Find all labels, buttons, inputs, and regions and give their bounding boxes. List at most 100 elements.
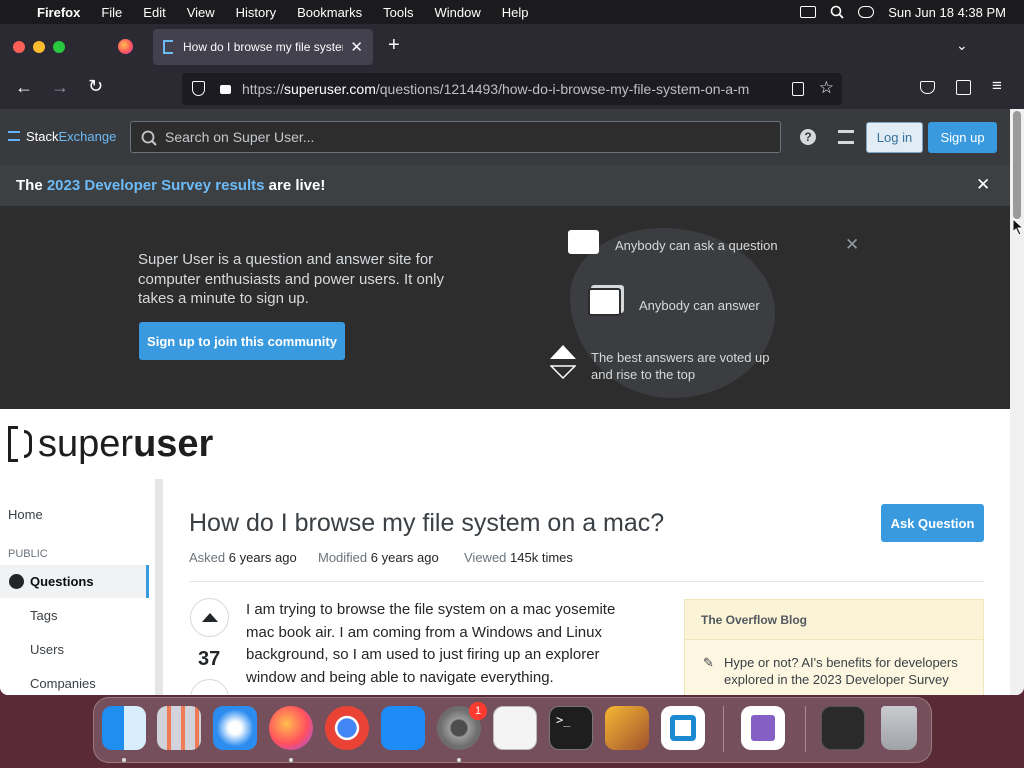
close-tab-icon[interactable]: ✕ [350,38,363,56]
close-window-button[interactable] [13,41,25,53]
superuser-favicon-icon [163,40,173,54]
scrollbar-thumb[interactable] [1013,111,1021,219]
asked-label: Asked [189,550,226,565]
sidebar-item-questions[interactable]: Questions [0,565,149,598]
tracking-protection-shield-icon[interactable] [192,81,205,96]
sidebar-item-companies[interactable]: Companies [30,676,96,691]
sidebar-item-tags[interactable]: Tags [30,608,57,623]
menu-edit[interactable]: Edit [143,5,165,20]
title-divider [189,581,984,582]
menu-help[interactable]: Help [502,5,529,20]
survey-banner: The 2023 Developer Survey results are li… [0,165,1010,206]
search-icon [141,130,157,146]
upvote-button[interactable] [190,598,229,637]
firefox-view-icon[interactable] [118,39,133,54]
ask-question-button[interactable]: Ask Question [881,504,984,542]
stackexchange-topbar: StackExchange Search on Super User... ? … [0,109,1010,165]
reload-icon[interactable]: ↻ [88,76,103,97]
dock-divider [723,706,724,752]
mouse-cursor-icon [1013,219,1024,235]
forward-icon[interactable]: → [51,77,69,98]
tab-title: How do I browse my file system [183,40,343,54]
viewed-value: 145k times [510,550,573,565]
control-center-icon[interactable] [858,6,875,18]
ask-question-speech-icon [568,230,599,254]
signup-button[interactable]: Sign up [928,122,997,153]
chrome-icon[interactable] [325,706,369,750]
join-community-button[interactable]: Sign up to join this community [139,322,345,360]
textedit-icon[interactable] [493,706,537,750]
feature-answer: Anybody can answer [639,298,760,313]
blog-item[interactable]: ✎ Hype or not? AI's benefits for develop… [685,640,983,688]
menu-view[interactable]: View [187,5,215,20]
visual-studio-logo-icon [751,715,775,741]
new-tab-icon[interactable]: + [388,34,400,57]
url-prefix: https:// [242,81,285,97]
help-icon[interactable]: ? [800,129,816,145]
menu-history[interactable]: History [236,5,276,20]
vscode-icon[interactable] [661,706,705,750]
list-all-tabs-icon[interactable]: ⌄ [956,37,968,54]
garageband-icon[interactable] [605,706,649,750]
visual-studio-icon[interactable] [741,706,785,750]
site-search-input[interactable]: Search on Super User... [130,121,781,153]
answer-speech-icon [588,288,621,316]
menu-app-firefox[interactable]: Firefox [37,5,80,20]
back-icon[interactable]: ← [15,77,33,98]
safari-icon[interactable] [213,706,257,750]
finder-icon[interactable] [102,706,146,750]
question-title[interactable]: How do I browse my file system on a mac? [189,509,664,538]
downvote-button[interactable] [190,679,229,695]
spotlight-search-icon[interactable] [830,5,844,19]
screenshot-preview-icon[interactable] [821,706,865,750]
macos-dock: 1 >_ [93,697,932,763]
tab-active[interactable]: How do I browse my file system ✕ [153,29,373,65]
screen-mirroring-icon[interactable] [800,6,817,18]
modified-value[interactable]: 6 years ago [371,550,439,565]
sidebar-item-home[interactable]: Home [8,507,43,522]
feature-vote-line1: The best answers are voted up [591,350,770,365]
app-store-icon[interactable] [381,706,425,750]
stackexchange-logo[interactable]: StackExchange [8,129,116,144]
menu-tools[interactable]: Tools [383,5,413,20]
hero-description: Super User is a question and answer site… [138,251,444,307]
minimize-window-button[interactable] [33,41,45,53]
survey-results-link[interactable]: 2023 Developer Survey results [47,177,265,194]
superuser-logo[interactable]: super user [8,419,213,469]
trash-icon[interactable] [881,706,917,750]
menu-file[interactable]: File [101,5,122,20]
zoom-window-button[interactable] [53,41,65,53]
close-banner-icon[interactable]: ✕ [976,175,990,195]
signup-hero: Super User is a question and answer site… [0,206,1010,409]
question-modified: Modified 6 years ago [318,550,439,565]
menu-bookmarks[interactable]: Bookmarks [297,5,362,20]
logo-text-super: super [38,422,134,465]
vote-count: 37 [198,648,221,670]
login-button[interactable]: Log in [866,122,923,153]
url-domain: superuser.com [284,81,376,97]
app-menu-icon[interactable]: ≡ [992,76,1002,96]
reader-view-icon[interactable] [792,82,804,96]
lock-icon[interactable] [220,85,231,94]
pocket-icon[interactable] [920,81,935,94]
menubar-clock[interactable]: Sun Jun 18 4:38 PM [888,5,1006,20]
menu-window[interactable]: Window [435,5,481,20]
navigation-toolbar: ← → ↻ https://superuser.com/questions/12… [0,69,1024,109]
launchpad-icon[interactable] [157,706,201,750]
feature-vote-line2: and rise to the top [591,367,696,382]
blog-item-text[interactable]: Hype or not? AI's benefits for developer… [724,655,958,687]
sidebar-item-users[interactable]: Users [30,642,64,657]
close-hero-icon[interactable]: ✕ [845,235,859,255]
question-asked: Asked 6 years ago [189,550,297,565]
settings-running-dot [457,758,461,762]
firefox-icon[interactable] [269,706,313,750]
settings-notification-badge: 1 [469,702,487,720]
extensions-icon[interactable] [956,80,971,95]
url-path: /questions/1214493/how-do-i-browse-my-fi… [375,81,750,97]
viewed-label: Viewed [464,550,507,565]
site-switcher-icon[interactable] [838,130,854,144]
terminal-icon[interactable]: >_ [549,706,593,750]
superuser-logo-icon [8,426,18,462]
bookmark-star-icon[interactable]: ☆ [818,78,834,98]
url-bar[interactable]: https://superuser.com/questions/1214493/… [182,73,842,105]
